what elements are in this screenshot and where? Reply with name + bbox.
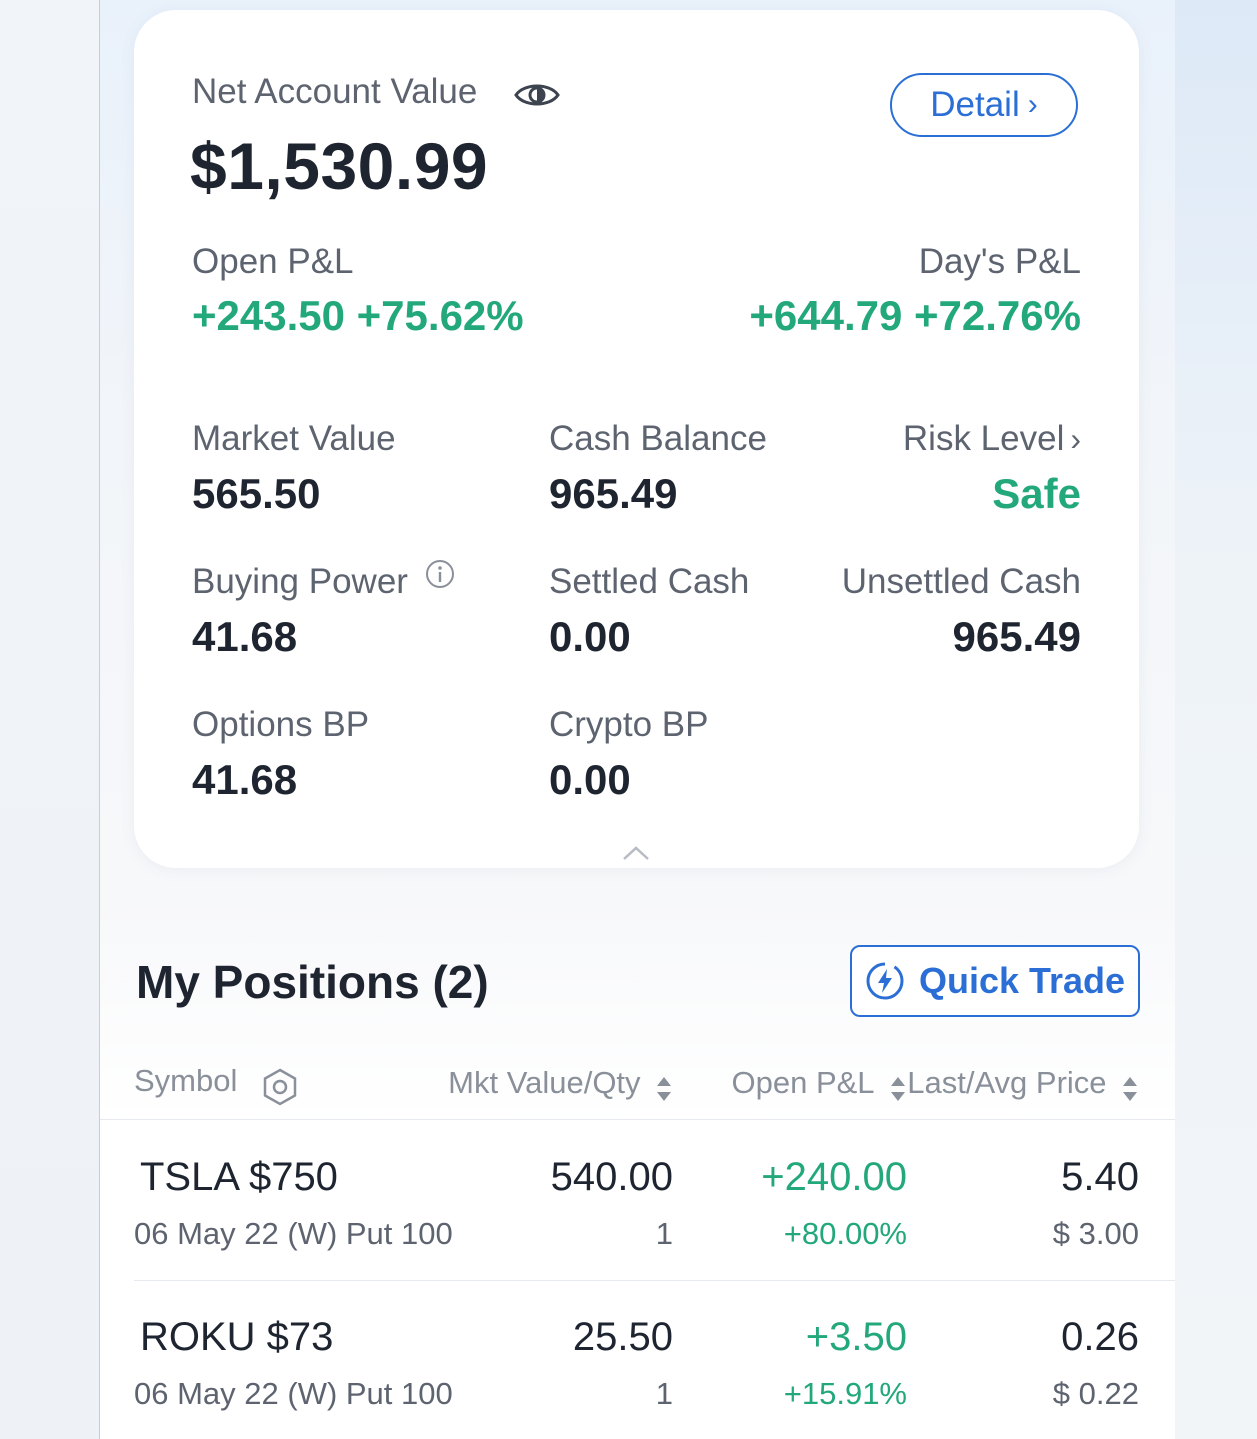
left-backdrop (0, 0, 99, 1439)
quick-trade-button[interactable]: Quick Trade (850, 945, 1140, 1017)
column-mkt-value-qty-label: Mkt Value/Qty (448, 1065, 641, 1100)
column-symbol[interactable]: Symbol (134, 1063, 300, 1107)
header-divider (100, 1119, 1175, 1120)
unsettled-cash-label: Unsettled Cash (841, 562, 1081, 601)
chevron-up-icon[interactable] (621, 844, 651, 862)
position-symbol: TSLA $750 (140, 1155, 338, 1199)
settled-cash-label: Settled Cash (549, 562, 750, 601)
quick-trade-label: Quick Trade (918, 960, 1126, 1001)
positions-title: My Positions (2) (136, 956, 489, 1008)
position-contract: 06 May 22 (W) Put 100 (134, 1216, 453, 1251)
cash-balance: 965.49 (549, 470, 678, 517)
risk-level-label: Risk Level (902, 419, 1065, 458)
risk-level-link[interactable]: Risk Level › (903, 419, 1081, 459)
position-mkt-value: 25.50 (572, 1315, 673, 1359)
options-bp-label: Options BP (192, 705, 370, 744)
position-open-pl: +3.50 (805, 1315, 907, 1359)
position-last-price: 0.26 (1061, 1315, 1139, 1359)
column-symbol-label: Symbol (134, 1063, 238, 1098)
buying-power-label: Buying Power (192, 562, 408, 601)
row-divider (134, 1280, 1175, 1281)
right-backdrop (1174, 0, 1257, 1439)
sort-icon (657, 1076, 671, 1101)
position-avg-price: $ 0.22 (1052, 1376, 1139, 1411)
eye-icon[interactable] (514, 80, 560, 110)
position-open-pl-percent: +80.00% (783, 1216, 907, 1251)
column-mkt-value-qty[interactable]: Mkt Value/Qty (448, 1065, 673, 1103)
account-summary-card: Net Account Value $1,530.99 Detail › Ope… (134, 10, 1139, 868)
chevron-right-icon: › (1027, 88, 1038, 121)
chevron-right-icon: › (1070, 421, 1081, 457)
detail-button-label: Detail (930, 85, 1020, 124)
lightning-icon (866, 962, 904, 1000)
settings-icon[interactable] (260, 1067, 300, 1107)
position-symbol: ROKU $73 (140, 1315, 334, 1359)
sort-icon (1123, 1076, 1137, 1101)
info-icon[interactable] (425, 559, 455, 589)
position-mkt-value: 540.00 (550, 1155, 673, 1199)
market-value: 565.50 (192, 470, 321, 517)
position-open-pl: +240.00 (761, 1155, 907, 1199)
buying-power-value: 41.68 (192, 613, 298, 660)
options-bp-value: 41.68 (192, 756, 298, 803)
app-screen: Net Account Value $1,530.99 Detail › Ope… (99, 0, 1175, 1439)
market-value-label: Market Value (192, 419, 396, 458)
position-last-price: 5.40 (1061, 1155, 1139, 1199)
unsettled-cash-value: 965.49 (952, 613, 1081, 660)
position-open-pl-percent: +15.91% (783, 1376, 907, 1411)
position-contract: 06 May 22 (W) Put 100 (134, 1376, 453, 1411)
cash-balance-label: Cash Balance (549, 419, 767, 458)
sort-icon (891, 1076, 905, 1101)
net-account-value-label: Net Account Value (192, 72, 478, 111)
column-open-pl-label: Open P&L (731, 1065, 875, 1100)
open-pl-label: Open P&L (192, 242, 354, 281)
column-last-avg-price[interactable]: Last/Avg Price (907, 1065, 1139, 1103)
position-avg-price: $ 3.00 (1052, 1216, 1139, 1251)
open-pl-value: +243.50 +75.62% (192, 292, 524, 339)
position-qty: 1 (655, 1216, 673, 1251)
settled-cash-value: 0.00 (549, 613, 631, 660)
detail-button[interactable]: Detail › (890, 73, 1078, 137)
risk-level-value: Safe (992, 470, 1081, 517)
column-open-pl[interactable]: Open P&L (732, 1065, 908, 1103)
column-last-avg-price-label: Last/Avg Price (907, 1065, 1107, 1100)
net-account-value: $1,530.99 (190, 129, 489, 203)
crypto-bp-label: Crypto BP (549, 705, 709, 744)
days-pl-value: +644.79 +72.76% (749, 292, 1081, 339)
position-qty: 1 (655, 1376, 673, 1411)
crypto-bp-value: 0.00 (549, 756, 631, 803)
days-pl-label: Day's P&L (918, 242, 1081, 281)
